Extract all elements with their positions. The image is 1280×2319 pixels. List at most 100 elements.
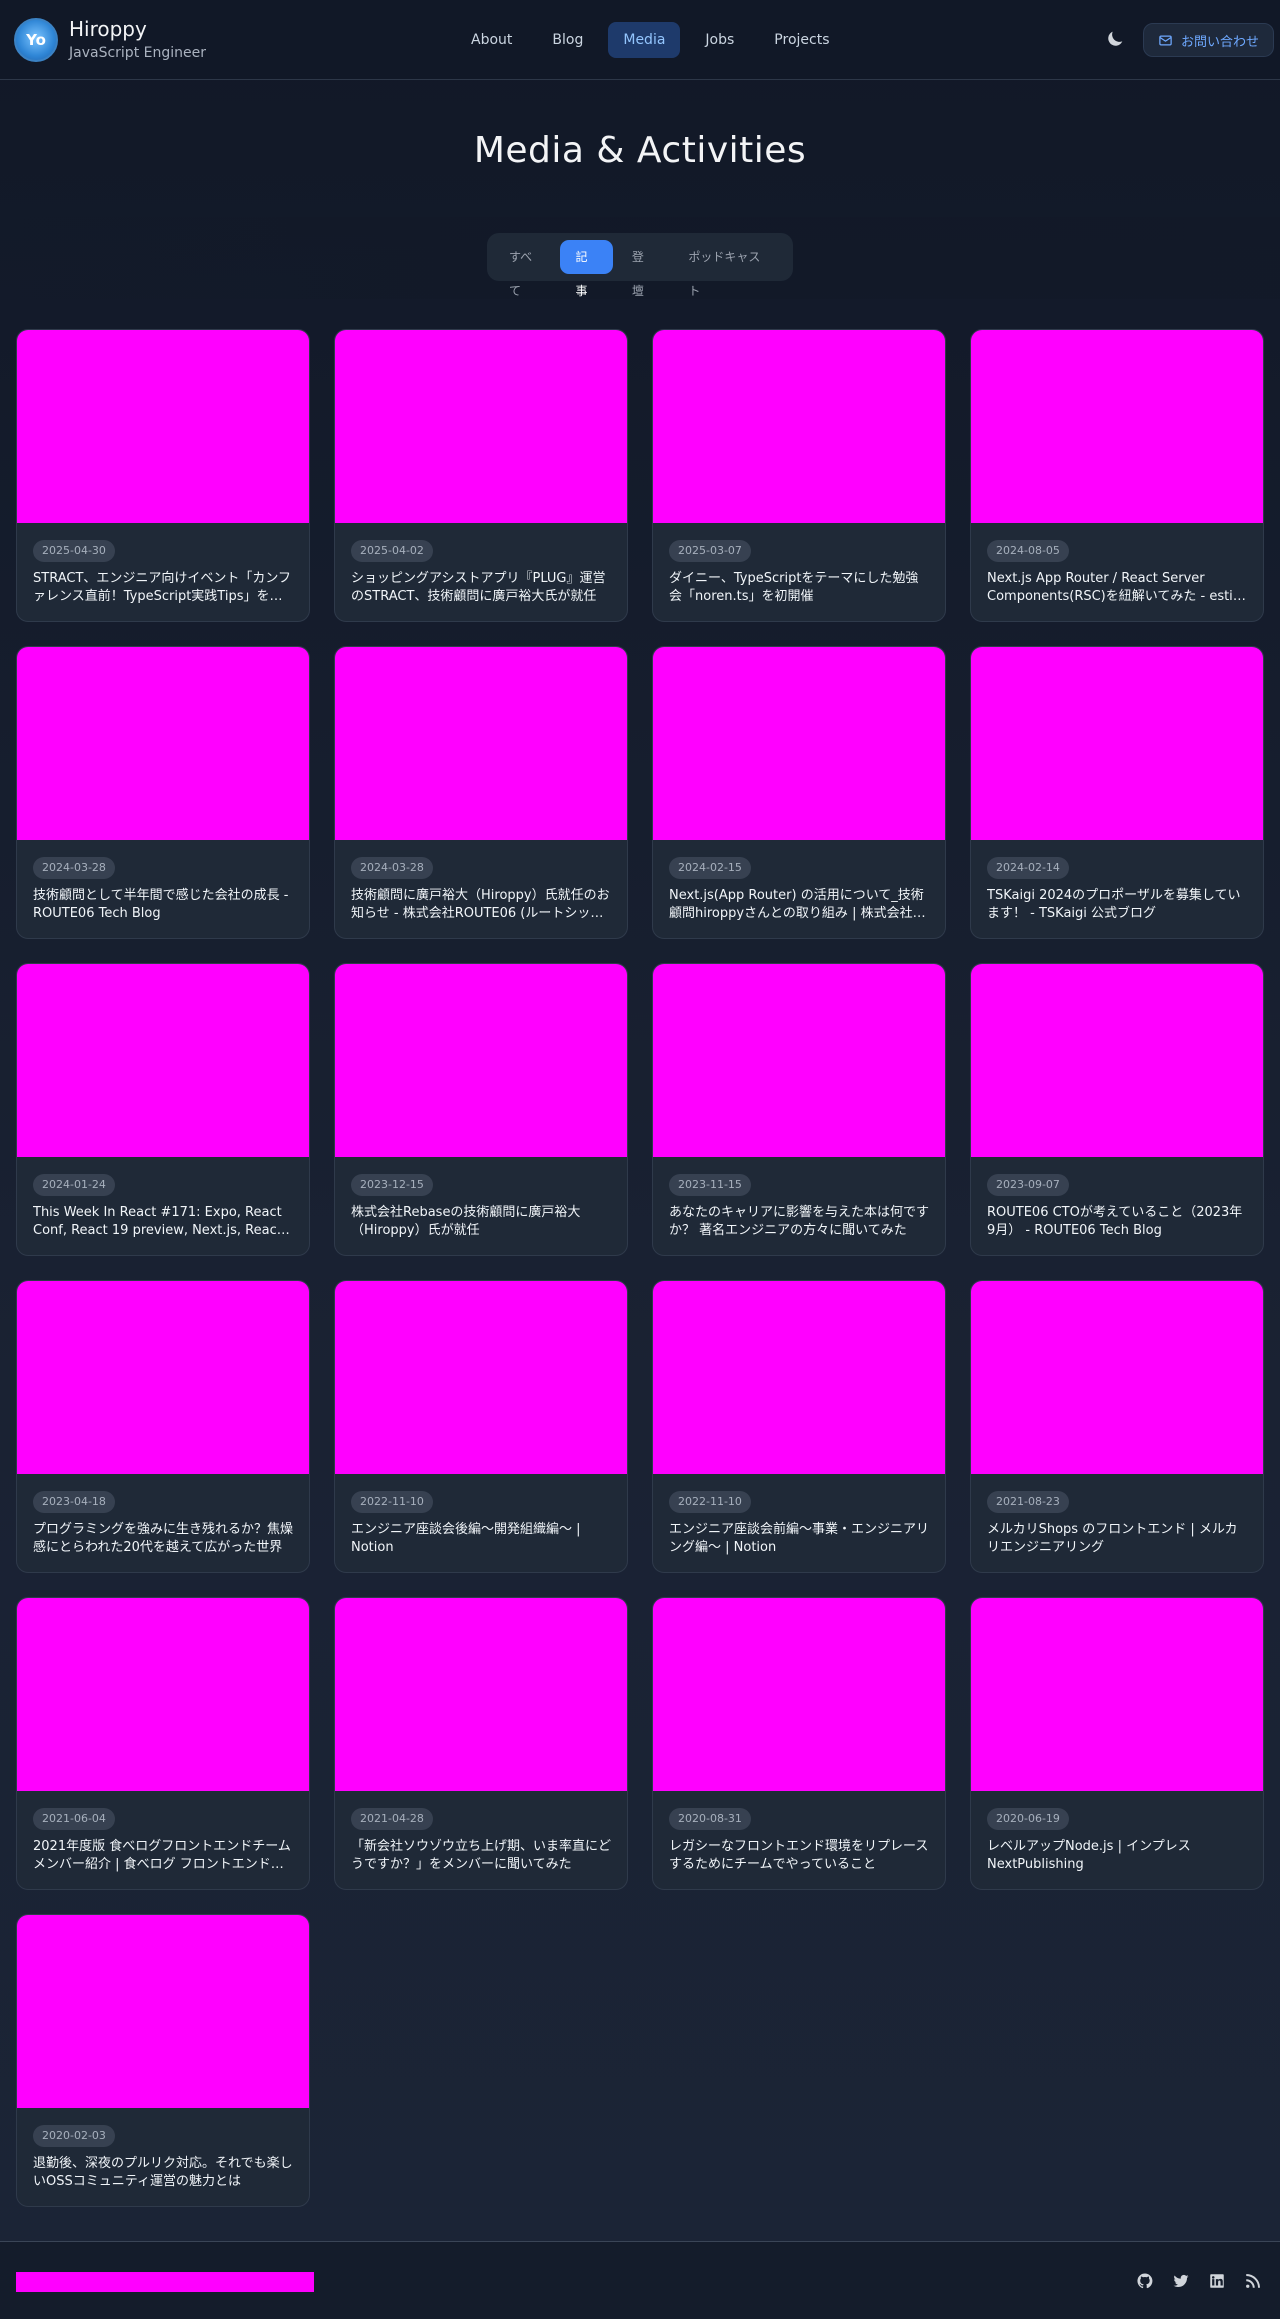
card-title[interactable]: ショッピングアシストアプリ『PLUG』運営のSTRACT、技術顧問に廣戸裕大氏が… [351, 570, 611, 606]
card-body: 2024-08-05 Next.js App Router / React Ser… [971, 523, 1263, 606]
media-card[interactable]: 2023-12-15 株式会社Rebaseの技術顧問に廣戸裕大（Hiroppy）氏… [334, 963, 628, 1256]
media-card[interactable]: 2025-04-02 ショッピングアシストアプリ『PLUG』運営のSTRACT、技… [334, 329, 628, 622]
card-title[interactable]: プログラミングを強みに生き残れるか？焦燥感にとらわれた20代を越えて広がった世界 [33, 1521, 293, 1557]
card-title[interactable]: ダイニー、TypeScriptをテーマにした勉強会「noren.ts」を初開催 [669, 570, 929, 606]
card-title[interactable]: あなたのキャリアに影響を与えた本は何ですか？ 著名エンジニアの方々に聞いてみた [669, 1204, 929, 1240]
media-card[interactable]: 2023-11-15 あなたのキャリアに影響を与えた本は何ですか？ 著名エンジニア… [652, 963, 946, 1256]
rss-icon [1246, 2274, 1260, 2288]
media-card[interactable]: 2023-09-07 ROUTE06 CTOが考えていること（2023年9月） -… [970, 963, 1264, 1256]
media-card[interactable]: 2020-02-03 退勤後、深夜のプルリク対応。それでも楽しいOSSコミュニティ… [16, 1914, 310, 2207]
theme-toggle-button[interactable] [1104, 28, 1126, 50]
card-title[interactable]: メルカリShops のフロントエンド | メルカリエンジニアリング [987, 1521, 1247, 1557]
date-badge: 2020-08-31 [669, 1808, 751, 1830]
card-title[interactable]: 2021年度版 食べログフロントエンドチームメンバー紹介 | 食べログ フロント… [33, 1838, 293, 1874]
github-link[interactable] [1136, 2272, 1154, 2290]
card-body: 2025-04-30 STRACT、エンジニア向けイベント「カンファレンス直前！T… [17, 523, 309, 606]
card-title[interactable]: 退勤後、深夜のプルリク対応。それでも楽しいOSSコミュニティ運営の魅力とは [33, 2155, 293, 2191]
card-thumbnail [17, 330, 309, 523]
date-badge: 2020-06-19 [987, 1808, 1069, 1830]
linkedin-link[interactable] [1208, 2272, 1226, 2290]
media-card[interactable]: 2022-11-10 エンジニア座談会前編〜事業・エンジニアリング編〜 | Not… [652, 1280, 946, 1573]
media-card[interactable]: 2024-02-15 Next.js(App Router) の活用について_技術… [652, 646, 946, 939]
card-thumbnail [335, 964, 627, 1157]
date-badge: 2022-11-10 [351, 1491, 433, 1513]
card-title[interactable]: TSKaigi 2024のプロポーザルを募集しています！ - TSKaigi 公… [987, 887, 1247, 923]
media-card[interactable]: 2024-02-14 TSKaigi 2024のプロポーザルを募集しています！ -… [970, 646, 1264, 939]
card-thumbnail [971, 964, 1263, 1157]
card-thumbnail [17, 1598, 309, 1791]
card-title[interactable]: This Week In React #171: Expo, React Con… [33, 1204, 293, 1240]
media-card[interactable]: 2021-08-23 メルカリShops のフロントエンド | メルカリエンジニア… [970, 1280, 1264, 1573]
card-thumbnail [653, 330, 945, 523]
media-card[interactable]: 2024-03-28 技術顧問として半年間で感じた会社の成長 - ROUTE06 … [16, 646, 310, 939]
card-title[interactable]: ROUTE06 CTOが考えていること（2023年9月） - ROUTE06 T… [987, 1204, 1247, 1240]
moon-icon [1108, 31, 1123, 46]
media-card[interactable]: 2025-03-07 ダイニー、TypeScriptをテーマにした勉強会「nore… [652, 329, 946, 622]
date-badge: 2022-11-10 [669, 1491, 751, 1513]
filter-tab-articles[interactable]: 記事 [560, 240, 613, 298]
twitter-icon [1173, 2274, 1189, 2288]
filter-tabs: すべて 記事 登壇 ポッドキャスト [487, 233, 793, 298]
date-badge: 2023-12-15 [351, 1174, 433, 1196]
media-card[interactable]: 2022-11-10 エンジニア座談会後編〜開発組織編〜 | Notion [334, 1280, 628, 1573]
date-badge: 2020-02-03 [33, 2125, 115, 2147]
card-thumbnail [971, 1281, 1263, 1474]
card-title[interactable]: 株式会社Rebaseの技術顧問に廣戸裕大（Hiroppy）氏が就任 [351, 1204, 611, 1240]
page-title: Media & Activities [473, 130, 807, 171]
date-badge: 2025-03-07 [669, 540, 751, 562]
card-title[interactable]: レベルアップNode.js | インプレス NextPublishing [987, 1838, 1247, 1874]
github-icon [1137, 2273, 1153, 2289]
card-body: 2023-04-18 プログラミングを強みに生き残れるか？焦燥感にとらわれた20代… [17, 1474, 309, 1557]
contact-button[interactable]: お問い合わせ [1143, 23, 1275, 57]
nav-blog[interactable]: Blog [537, 22, 598, 58]
twitter-link[interactable] [1172, 2272, 1190, 2290]
date-badge: 2021-06-04 [33, 1808, 115, 1830]
card-body: 2025-04-02 ショッピングアシストアプリ『PLUG』運営のSTRACT、技… [335, 523, 627, 606]
media-card[interactable]: 2023-04-18 プログラミングを強みに生き残れるか？焦燥感にとらわれた20代… [16, 1280, 310, 1573]
date-badge: 2023-09-07 [987, 1174, 1069, 1196]
media-card[interactable]: 2024-01-24 This Week In React #171: Expo,… [16, 963, 310, 1256]
card-body: 2022-11-10 エンジニア座談会前編〜事業・エンジニアリング編〜 | Not… [653, 1474, 945, 1557]
media-card[interactable]: 2020-06-19 レベルアップNode.js | インプレス NextPubl… [970, 1597, 1264, 1890]
media-card[interactable]: 2025-04-30 STRACT、エンジニア向けイベント「カンファレンス直前！T… [16, 329, 310, 622]
card-body: 2024-02-14 TSKaigi 2024のプロポーザルを募集しています！ -… [971, 840, 1263, 923]
card-title[interactable]: 技術顧問として半年間で感じた会社の成長 - ROUTE06 Tech Blog [33, 887, 293, 923]
media-card[interactable]: 2024-08-05 Next.js App Router / React Ser… [970, 329, 1264, 622]
social-links [1136, 2272, 1280, 2290]
nav-media[interactable]: Media [608, 22, 681, 58]
card-title[interactable]: レガシーなフロントエンド環境をリプレースするためにチームでやっていること [669, 1838, 929, 1874]
card-title[interactable]: 技術顧問に廣戸裕大（Hiroppy）氏就任のお知らせ - 株式会社ROUTE06… [351, 887, 611, 923]
card-title[interactable]: Next.js App Router / React Server Compon… [987, 570, 1247, 606]
media-card[interactable]: 2021-04-28 「新会社ソウゾウ立ち上げ期、いま率直にどうですか？」をメンバ… [334, 1597, 628, 1890]
media-card[interactable]: 2020-08-31 レガシーなフロントエンド環境をリプレースするためにチームでや… [652, 1597, 946, 1890]
nav-projects[interactable]: Projects [759, 22, 844, 58]
card-body: 2025-03-07 ダイニー、TypeScriptをテーマにした勉強会「nore… [653, 523, 945, 606]
card-thumbnail [17, 1915, 309, 2108]
card-body: 2023-09-07 ROUTE06 CTOが考えていること（2023年9月） -… [971, 1157, 1263, 1240]
main-nav: About Blog Media Jobs Projects [456, 22, 855, 58]
brand[interactable]: Yo Hiroppy JavaScript Engineer [14, 17, 206, 63]
rss-link[interactable] [1244, 2272, 1262, 2290]
contact-label: お問い合わせ [1181, 34, 1260, 50]
card-body: 2024-01-24 This Week In React #171: Expo,… [17, 1157, 309, 1240]
card-thumbnail [653, 647, 945, 840]
filter-tab-talks[interactable]: 登壇 [617, 240, 669, 298]
card-title[interactable]: STRACT、エンジニア向けイベント「カンファレンス直前！TypeScript実… [33, 570, 293, 606]
card-thumbnail [17, 647, 309, 840]
filter-tab-podcasts[interactable]: ポッドキャスト [673, 240, 782, 298]
card-title[interactable]: エンジニア座談会後編〜開発組織編〜 | Notion [351, 1521, 611, 1557]
date-badge: 2024-03-28 [351, 857, 433, 879]
card-title[interactable]: エンジニア座談会前編〜事業・エンジニアリング編〜 | Notion [669, 1521, 929, 1557]
card-thumbnail [335, 647, 627, 840]
card-thumbnail [971, 330, 1263, 523]
date-badge: 2024-03-28 [33, 857, 115, 879]
card-title[interactable]: Next.js(App Router) の活用について_技術顧問hiroppyさ… [669, 887, 929, 923]
nav-jobs[interactable]: Jobs [690, 22, 749, 58]
filter-tab-all[interactable]: すべて [494, 240, 556, 298]
linkedin-icon [1210, 2274, 1224, 2288]
media-card[interactable]: 2024-03-28 技術顧問に廣戸裕大（Hiroppy）氏就任のお知らせ - 株… [334, 646, 628, 939]
nav-about[interactable]: About [456, 22, 527, 58]
brand-name[interactable]: Hiroppy [69, 17, 206, 41]
card-title[interactable]: 「新会社ソウゾウ立ち上げ期、いま率直にどうですか？」をメンバーに聞いてみた [351, 1838, 611, 1874]
media-card[interactable]: 2021-06-04 2021年度版 食べログフロントエンドチームメンバー紹介 |… [16, 1597, 310, 1890]
